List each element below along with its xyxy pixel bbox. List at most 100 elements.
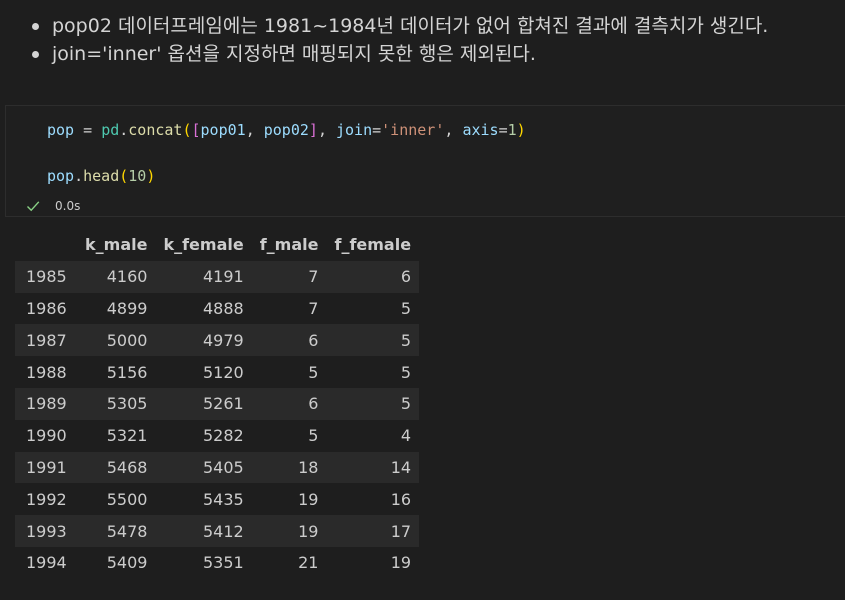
code-token: ) (146, 167, 156, 185)
table-cell: 5282 (203, 426, 244, 446)
code-token: axis (462, 121, 499, 139)
table-cell: 19 (298, 521, 319, 541)
code-token: , (444, 121, 463, 139)
bullet-item: join='inner' 옵션을 지정하면 매핑되지 못한 행은 제외된다. (30, 40, 768, 68)
table-row: 1985 4160 4191 7 6 (15, 260, 420, 293)
code-editor[interactable]: pop = pd.concat([pop01, pop02], join='in… (6, 106, 845, 196)
code-token: pop (47, 121, 75, 139)
execution-status: 0.0s (26, 196, 80, 216)
code-token: 10 (128, 167, 147, 185)
code-token: ( (119, 167, 129, 185)
table-cell: 4888 (203, 298, 244, 318)
code-token: = (74, 121, 102, 139)
row-index: 1986 (26, 298, 67, 318)
code-token: 'inner' (381, 121, 445, 139)
table-cell: 5435 (203, 489, 244, 509)
row-index: 1992 (26, 489, 67, 509)
table-cell: 4191 (203, 267, 244, 287)
code-token: head (83, 167, 120, 185)
table-cell: 7 (308, 298, 319, 318)
code-token: , (245, 121, 264, 139)
markdown-cell[interactable]: pop02 데이터프레임에는 1981~1984년 데이터가 없어 합쳐진 결과… (0, 0, 845, 80)
table-row: 1988 5156 5120 5 5 (15, 356, 420, 388)
column-header: f_male (251, 229, 327, 261)
dataframe-table: k_male k_female f_male f_female 1985 4160… (15, 229, 420, 579)
row-index: 1985 (26, 267, 67, 287)
bullet-item: pop02 데이터프레임에는 1981~1984년 데이터가 없어 합쳐진 결과… (30, 12, 768, 40)
code-token: join (336, 121, 373, 139)
code-token: ] (308, 121, 318, 139)
table-cell: 19 (298, 489, 319, 509)
table-cell: 19 (390, 553, 412, 573)
code-token: pd (101, 121, 120, 139)
table-row: 1992 5500 5435 19 16 (15, 483, 420, 516)
table-cell: 18 (298, 457, 319, 477)
table-cell: 5 (400, 362, 412, 382)
table-cell: 5500 (106, 489, 148, 509)
table-cell: 4160 (106, 267, 148, 287)
table-cell: 5 (400, 394, 412, 414)
table-cell: 5305 (106, 394, 148, 414)
execution-time: 0.0s (55, 199, 81, 213)
row-index: 1989 (26, 394, 67, 414)
table-cell: 16 (390, 489, 412, 509)
column-header: k_female (155, 229, 252, 261)
table-cell: 5468 (106, 457, 148, 477)
code-token: = (498, 121, 508, 139)
table-cell: 5156 (106, 362, 148, 382)
code-token: [ (191, 121, 201, 139)
code-token: pop01 (200, 121, 246, 139)
code-token: ( (182, 121, 192, 139)
table-cell: 5478 (106, 521, 148, 541)
column-header: k_male (77, 229, 156, 261)
code-line: pop = pd.concat([pop01, pop02], join='in… (47, 120, 526, 140)
table-cell: 4 (400, 426, 412, 446)
table-cell: 5120 (203, 362, 244, 382)
table-cell: 5321 (106, 426, 148, 446)
column-header (15, 229, 77, 261)
table-cell: 5 (400, 330, 412, 350)
table-cell: 6 (308, 394, 319, 414)
code-token: . (74, 167, 84, 185)
table-header-row: k_male k_female f_male f_female (15, 229, 420, 261)
row-index: 1991 (26, 457, 67, 477)
table-row: 1993 5478 5412 19 17 (15, 515, 420, 547)
table-cell: 5412 (203, 521, 244, 541)
code-cell[interactable]: pop = pd.concat([pop01, pop02], join='in… (5, 105, 845, 217)
code-token: concat (128, 121, 183, 139)
table-cell: 5000 (106, 330, 148, 350)
table-cell: 17 (390, 521, 412, 541)
table-cell: 5351 (203, 553, 244, 573)
code-token: . (119, 121, 129, 139)
table-row: 1990 5321 5282 5 4 (15, 419, 420, 452)
check-icon (26, 199, 40, 213)
table-row: 1986 4899 4888 7 5 (15, 292, 420, 325)
table-cell: 4899 (106, 298, 148, 318)
code-token: ) (516, 121, 526, 139)
column-header: f_female (326, 229, 420, 261)
code-token: = (372, 121, 382, 139)
row-index: 1993 (26, 521, 67, 541)
row-index: 1994 (26, 553, 67, 573)
table-row: 1989 5305 5261 6 5 (15, 387, 420, 420)
cell-output: k_male k_female f_male f_female 1985 4160… (15, 229, 420, 579)
code-token: pop02 (263, 121, 309, 139)
code-line: pop.head(10) (47, 166, 155, 186)
row-index: 1990 (26, 426, 67, 446)
table-row: 1994 5409 5351 21 19 (15, 546, 420, 579)
code-token: pop (47, 167, 75, 185)
table-cell: 5 (308, 362, 319, 382)
table-cell: 14 (390, 457, 412, 477)
bullet-list: pop02 데이터프레임에는 1981~1984년 데이터가 없어 합쳐진 결과… (30, 12, 768, 68)
row-index: 1987 (26, 330, 67, 350)
table-cell: 6 (400, 267, 412, 287)
table-cell: 4979 (203, 330, 244, 350)
table-cell: 7 (308, 267, 319, 287)
code-token: , (317, 121, 336, 139)
table-cell: 5261 (203, 394, 244, 414)
table-cell: 5405 (203, 457, 244, 477)
table-cell: 6 (308, 330, 319, 350)
table-cell: 21 (298, 553, 319, 573)
table-row: 1987 5000 4979 6 5 (15, 324, 420, 357)
table-row: 1991 5468 5405 18 14 (15, 451, 420, 484)
